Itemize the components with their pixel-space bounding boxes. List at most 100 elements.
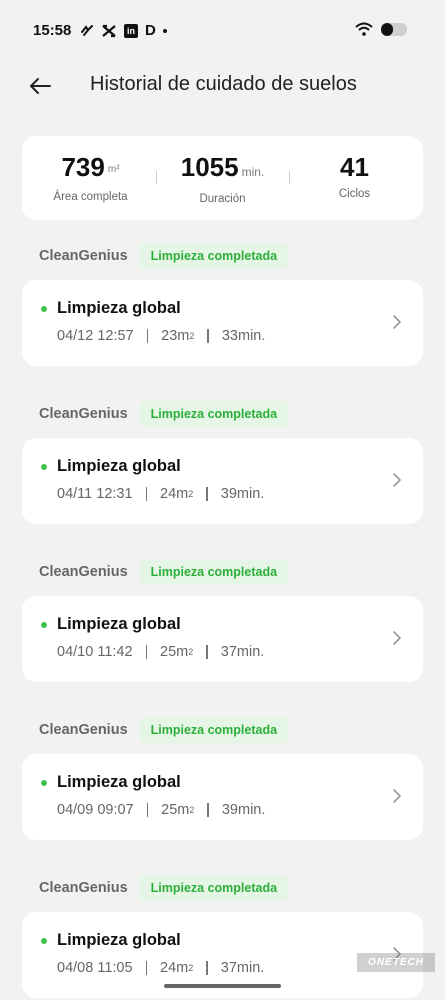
record-time: 12:57 [97,328,134,344]
record-card[interactable]: Limpieza global 04/12 12:57 23m 2 33min. [22,280,423,366]
record-card[interactable]: Limpieza global 04/09 09:07 25m 2 39min. [22,754,423,840]
stat-area-value: 739 [61,152,105,182]
status-badge: Limpieza completada [138,401,290,427]
record-title: Limpieza global [57,615,181,633]
record-area: 25m [161,802,190,818]
area-superscript: 2 [188,489,194,499]
stat-area-unit: m² [107,164,120,175]
record-group-header: CleanGenius Limpieza completada [39,559,290,585]
area-superscript: 2 [189,805,195,815]
stat-cycles-value: 41 [340,152,369,182]
separator [146,803,149,817]
separator [206,487,208,501]
status-dot [41,780,47,786]
stat-duration-label: Duración [199,193,246,205]
status-right [355,22,407,36]
record-meta: 04/10 11:42 25m 2 37min. [57,644,264,660]
status-badge: Limpieza completada [138,243,290,269]
record-group-header: CleanGenius Limpieza completada [39,717,290,743]
record-date: 04/10 [57,644,94,660]
page-title: Historial de cuidado de suelos [90,73,357,95]
record-duration: 37min. [220,644,265,660]
status-time: 15:58 [33,22,72,39]
wifi-icon [355,22,373,36]
record-group-header: CleanGenius Limpieza completada [39,401,290,427]
app-icon-1 [81,25,93,36]
record-area: 24m [160,960,189,976]
battery-icon [381,22,407,36]
stat-area: 739 m² Área completa [24,152,157,203]
watermark: ONETECH [357,953,435,972]
back-button[interactable] [26,72,54,100]
chevron-right-icon [393,315,401,329]
record-duration: 39min. [221,802,266,818]
record-title: Limpieza global [57,773,181,791]
record-title: Limpieza global [57,457,181,475]
source-name: CleanGenius [39,880,128,896]
more-dot-icon [162,29,167,33]
record-duration: 37min. [220,960,265,976]
status-dot [41,306,47,312]
record-time: 11:05 [97,960,133,976]
separator [207,803,209,817]
record-area: 24m [160,486,189,502]
stat-duration: 1055 min. Duración [156,152,289,205]
record-date: 04/11 [57,486,93,502]
status-badge: Limpieza completada [138,717,290,743]
status-badge: Limpieza completada [138,875,290,901]
record-group-header: CleanGenius Limpieza completada [39,875,290,901]
record-card[interactable]: Limpieza global 04/11 12:31 24m 2 39min. [22,438,423,524]
status-dot [41,622,47,628]
stat-duration-value: 1055 [180,152,239,182]
record-date: 04/08 [57,960,94,976]
chevron-right-icon [393,789,401,803]
source-name: CleanGenius [39,564,128,580]
separator [145,961,148,975]
status-badge: Limpieza completada [138,559,290,585]
source-name: CleanGenius [39,248,128,264]
separator [146,329,149,343]
record-meta: 04/12 12:57 23m 2 33min. [57,328,265,344]
source-name: CleanGenius [39,722,128,738]
stat-cycles: 41 Ciclos [288,152,421,200]
stat-duration-unit: min. [241,165,265,179]
linkedin-icon: in [124,24,138,38]
capcut-icon [102,24,116,38]
area-superscript: 2 [189,331,195,341]
stat-cycles-label: Ciclos [338,188,371,200]
stat-area-label: Área completa [53,191,128,203]
record-duration: 39min. [220,486,265,502]
app-d-icon: D [145,22,156,39]
record-time: 09:07 [97,802,134,818]
record-meta: 04/09 09:07 25m 2 39min. [57,802,265,818]
record-title: Limpieza global [57,931,181,949]
battery-level [381,22,393,36]
record-meta: 04/11 12:31 24m 2 39min. [57,486,264,502]
separator [207,329,209,343]
chevron-right-icon [393,473,401,487]
status-bar: 15:58 in D [0,0,445,62]
area-superscript: 2 [188,963,194,973]
source-name: CleanGenius [39,406,128,422]
record-date: 04/12 [57,328,94,344]
separator [206,961,208,975]
arrow-left-icon [30,78,51,94]
home-indicator[interactable] [164,984,281,988]
separator [145,487,148,501]
area-superscript: 2 [188,647,194,657]
top-bar: Historial de cuidado de suelos [0,62,445,112]
record-duration: 33min. [221,328,266,344]
chevron-right-icon [393,631,401,645]
summary-card: 739 m² Área completa 1055 min. Duración 41… [22,136,423,220]
status-dot [41,938,47,944]
status-dot [41,464,47,470]
record-meta: 04/08 11:05 24m 2 37min. [57,960,264,976]
record-area: 25m [160,644,189,660]
record-group-header: CleanGenius Limpieza completada [39,243,290,269]
status-app-icons: in D [80,22,167,40]
record-time: 11:42 [97,644,133,660]
record-area: 23m [161,328,190,344]
separator [145,645,148,659]
record-card[interactable]: Limpieza global 04/10 11:42 25m 2 37min. [22,596,423,682]
record-date: 04/09 [57,802,94,818]
